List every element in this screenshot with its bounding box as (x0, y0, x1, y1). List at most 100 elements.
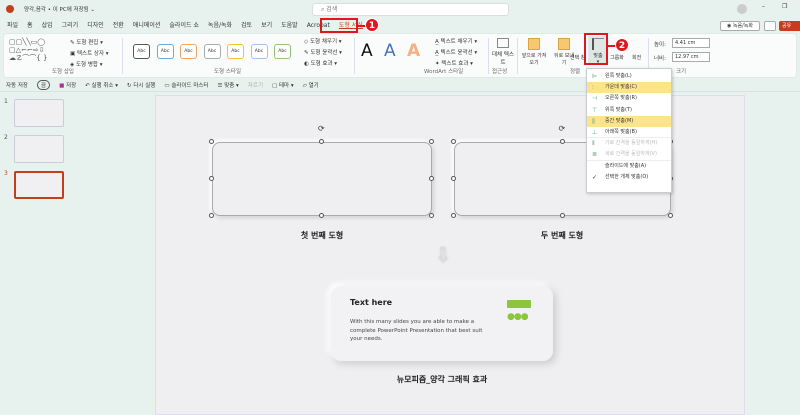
redo-button[interactable]: ↻ 다시 실행 (127, 81, 155, 89)
menu-item-0[interactable]: ⊫ 왼쪽 맞춤(L) (587, 71, 671, 82)
edit-shape-button[interactable]: ✎ 도형 편집 ▾ (70, 38, 103, 46)
text-outline-button[interactable]: A̲ 텍스트 윤곽선 ▾ (435, 48, 477, 56)
height-input[interactable]: 4.41 cm (672, 38, 710, 48)
tab-10[interactable]: 보기 (261, 18, 272, 33)
shape-style-5[interactable]: Abc (250, 44, 268, 59)
align-dropdown-menu: ⊫ 왼쪽 맞춤(L) ⫶ 가운데 맞춤(C) ⊣ 오른쪽 맞춤(R) ⊤ 위쪽 맞춤(T) ⫼ 중… (586, 68, 672, 193)
slide-thumbnail-2[interactable] (14, 135, 64, 163)
shape-fill-button[interactable]: ◇ 도형 채우기 ▾ (304, 37, 342, 45)
shape-style-2[interactable]: Abc (180, 44, 197, 59)
tab-6[interactable]: 애니메이션 (133, 18, 161, 33)
menu-item-1[interactable]: ⫶ 가운데 맞춤(C) (587, 82, 671, 94)
tab-11[interactable]: 도움말 (281, 18, 298, 33)
resize-handle[interactable] (209, 176, 214, 181)
alt-text-button[interactable]: 대체 텍스트 (492, 38, 514, 66)
resize-handle[interactable] (429, 213, 434, 218)
wordart-blue[interactable]: A (384, 41, 396, 61)
merge-shapes-button[interactable]: ◈ 도형 병합 ▾ (70, 60, 103, 68)
bring-forward-button[interactable]: 앞으로 가져오기 (520, 38, 548, 66)
tab-8[interactable]: 녹음/녹화 (208, 18, 232, 33)
account-icon[interactable] (737, 4, 747, 14)
menu-item-5[interactable]: ⊥ 아래쪽 맞춤(B) (587, 127, 671, 139)
menu-item-label: 슬라이드에 맞춤(A) (605, 162, 647, 169)
menu-item-2[interactable]: ⊣ 오른쪽 맞춤(R) (587, 93, 671, 104)
resize-handle[interactable] (209, 213, 214, 218)
slide-master-button[interactable]: ▭ 슬라이드 마스터 (164, 81, 208, 89)
wordart-orange[interactable]: A (407, 41, 420, 61)
resize-handle[interactable] (451, 213, 456, 218)
autosave-toggle[interactable]: 끔 (37, 79, 51, 90)
annotation-badge-2: 2 (615, 38, 629, 52)
menu-item-8[interactable]: 슬라이드에 맞춤(A) (587, 161, 671, 172)
search-input[interactable]: ⌕ 검색 (312, 3, 509, 16)
tab-3[interactable]: 그리기 (62, 18, 79, 33)
width-input[interactable]: 12.97 cm (672, 52, 710, 62)
thumb-number: 1 (4, 98, 8, 105)
resize-handle[interactable] (559, 139, 565, 144)
tab-1[interactable]: 홈 (27, 18, 33, 33)
menu-item-9[interactable]: ✓ 선택한 개체 맞춤(O) (587, 172, 671, 183)
resize-handle[interactable] (429, 176, 434, 181)
accessibility-group-label: 접근성 (492, 69, 508, 75)
wordart-black[interactable]: A (361, 41, 373, 61)
text-fill-button[interactable]: A̲ 텍스트 채우기 ▾ (435, 37, 477, 45)
tab-4[interactable]: 디자인 (87, 18, 104, 33)
tab-0[interactable]: 파일 (7, 18, 18, 33)
theme-button[interactable]: ▢ 테마 ▾ (272, 81, 294, 89)
open-button[interactable]: ▱ 열기 (303, 81, 319, 89)
textbox-button[interactable]: ▣ 텍스트 상자 ▾ (70, 49, 109, 57)
slide-thumbnail-1[interactable] (14, 99, 64, 127)
menu-item-4[interactable]: ⫼ 중간 맞춤(M) (587, 115, 671, 127)
shape-style-0[interactable]: Abc (133, 44, 150, 59)
align-qat-button[interactable]: ☰ 맞춤 ▾ (218, 81, 239, 89)
autosave-label: 자동 저장 (6, 82, 28, 89)
resize-handle[interactable] (429, 139, 434, 144)
text-card[interactable]: Text here With this many slides you are … (331, 286, 553, 361)
shape-style-6[interactable]: Abc (274, 44, 291, 59)
shape-style-4[interactable]: Abc (227, 44, 244, 59)
shape-outline-button[interactable]: ✎ 도형 윤곽선 ▾ (304, 48, 342, 56)
menu-item-7[interactable]: ≣ 세로 간격을 동일하게(V) (587, 149, 671, 161)
size-group-label: 크기 (676, 69, 687, 75)
shape-gallery[interactable]: ▢▢╲╲▭◯ ▢△⌐⌐⇨⇩ ☁☡⌒⌒{ } (9, 38, 67, 64)
shape-effects-button[interactable]: ◐ 도형 효과 ▾ (304, 59, 337, 67)
minimize-button[interactable]: – (762, 3, 765, 10)
rotate-button[interactable]: 회전 (632, 54, 641, 61)
crop-button[interactable]: 자르기 (248, 81, 263, 89)
presentation-people-icon: ●●● (507, 300, 533, 326)
resize-handle[interactable] (668, 213, 673, 218)
send-backward-button[interactable]: 뒤로 보내기 (552, 38, 576, 66)
first-shape[interactable] (212, 142, 432, 216)
menu-item-3[interactable]: ⊤ 위쪽 맞춤(T) (587, 105, 671, 116)
resize-handle[interactable] (209, 139, 214, 144)
tab-9[interactable]: 검토 (241, 18, 252, 33)
check-icon: ✓ (592, 173, 598, 181)
resize-handle[interactable] (559, 213, 565, 218)
text-effects-button[interactable]: ✦ 텍스트 효과 ▾ (435, 59, 473, 67)
rotate-handle-icon[interactable]: ⟳ (559, 124, 566, 133)
menu-item-label: 왼쪽 맞춤(L) (605, 73, 632, 79)
slide-thumbnail-3[interactable] (14, 171, 64, 199)
resize-handle[interactable] (451, 139, 456, 144)
comments-button[interactable] (764, 21, 776, 31)
annotation-box-1 (320, 18, 358, 33)
rotate-handle-icon[interactable]: ⟳ (318, 124, 325, 133)
resize-handle[interactable] (319, 213, 324, 218)
menu-item-6[interactable]: ⫴ 가로 간격을 동일하게(H) (587, 138, 671, 149)
tab-5[interactable]: 전환 (113, 18, 124, 33)
shape-style-1[interactable]: Abc (156, 44, 174, 59)
resize-handle[interactable] (451, 176, 456, 181)
record-button[interactable]: ◉ 녹음/녹화 (720, 21, 760, 31)
shape-style-3[interactable]: Abc (203, 44, 221, 59)
powerpoint-logo-icon (6, 5, 14, 13)
save-button[interactable]: ■ 저장 (59, 81, 76, 89)
undo-button[interactable]: ↶ 실행 취소 ▾ (85, 81, 118, 89)
tab-7[interactable]: 슬라이드 쇼 (169, 18, 199, 33)
tab-2[interactable]: 삽입 (42, 18, 53, 33)
share-button[interactable]: 공유 (779, 21, 800, 31)
restore-button[interactable]: ❐ (782, 3, 787, 10)
ribbon-tabs: 파일 홈 삽입 그리기 디자인 전환 애니메이션 슬라이드 쇼 녹음/녹화 검토 보기 도움말 Acro… (0, 18, 363, 33)
group-button[interactable]: 그룹화 (610, 54, 624, 61)
document-title[interactable]: 양각,음각 • 이 PC에 저장됨 ⌄ (24, 5, 95, 13)
resize-handle[interactable] (319, 139, 324, 144)
